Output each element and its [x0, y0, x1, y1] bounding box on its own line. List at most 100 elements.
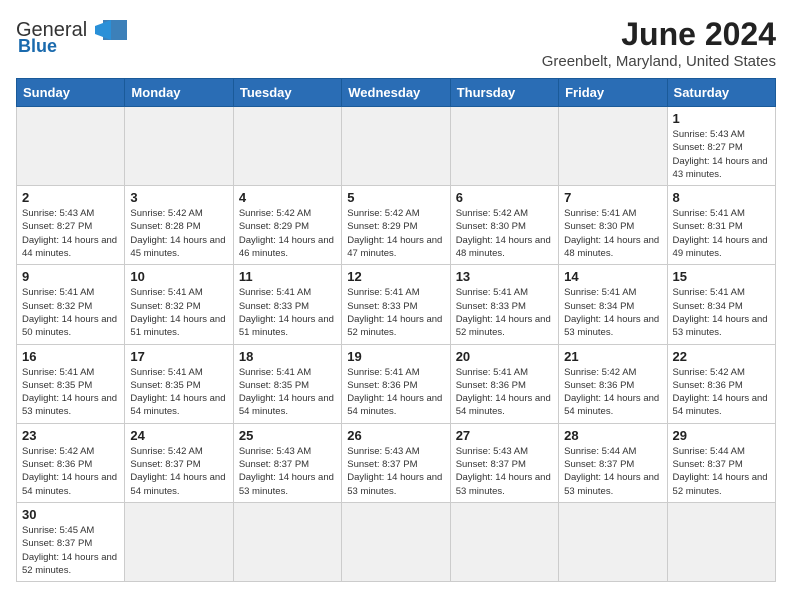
day-info: Sunrise: 5:41 AMSunset: 8:36 PMDaylight:… — [456, 366, 553, 419]
day-number: 8 — [673, 190, 770, 205]
day-number: 15 — [673, 269, 770, 284]
table-row: 9 Sunrise: 5:41 AMSunset: 8:32 PMDaylight… — [17, 265, 125, 344]
title-block: June 2024 Greenbelt, Maryland, United St… — [542, 16, 776, 70]
day-info: Sunrise: 5:41 AMSunset: 8:32 PMDaylight:… — [22, 286, 119, 339]
day-info: Sunrise: 5:41 AMSunset: 8:35 PMDaylight:… — [130, 366, 227, 419]
table-row: 8 Sunrise: 5:41 AMSunset: 8:31 PMDaylight… — [667, 186, 775, 265]
table-row: 12Sunrise: 5:41 AMSunset: 8:33 PMDayligh… — [342, 265, 450, 344]
day-info: Sunrise: 5:43 AMSunset: 8:37 PMDaylight:… — [239, 445, 336, 498]
day-number: 4 — [239, 190, 336, 205]
calendar-row: 23 Sunrise: 5:42 AMSunset: 8:36 PMDayligh… — [17, 423, 776, 502]
day-info: Sunrise: 5:42 AMSunset: 8:29 PMDaylight:… — [347, 207, 444, 260]
day-info: Sunrise: 5:44 AMSunset: 8:37 PMDaylight:… — [673, 445, 770, 498]
day-info: Sunrise: 5:41 AMSunset: 8:34 PMDaylight:… — [564, 286, 661, 339]
day-number: 19 — [347, 349, 444, 364]
table-row: 24 Sunrise: 5:42 AMSunset: 8:37 PMDayligh… — [125, 423, 233, 502]
table-row: 13Sunrise: 5:41 AMSunset: 8:33 PMDayligh… — [450, 265, 558, 344]
table-row: 28 Sunrise: 5:44 AMSunset: 8:37 PMDayligh… — [559, 423, 667, 502]
day-number: 20 — [456, 349, 553, 364]
table-row: 5 Sunrise: 5:42 AMSunset: 8:29 PMDaylight… — [342, 186, 450, 265]
table-row — [233, 502, 341, 581]
table-row — [17, 107, 125, 186]
table-row: 17Sunrise: 5:41 AMSunset: 8:35 PMDayligh… — [125, 344, 233, 423]
day-number: 9 — [22, 269, 119, 284]
table-row: 22Sunrise: 5:42 AMSunset: 8:36 PMDayligh… — [667, 344, 775, 423]
day-info: Sunrise: 5:42 AMSunset: 8:29 PMDaylight:… — [239, 207, 336, 260]
calendar-row: 2 Sunrise: 5:43 AMSunset: 8:27 PMDaylight… — [17, 186, 776, 265]
page-title: June 2024 — [542, 16, 776, 53]
day-number: 7 — [564, 190, 661, 205]
table-row: 21 Sunrise: 5:42 AMSunset: 8:36 PMDayligh… — [559, 344, 667, 423]
table-row — [667, 502, 775, 581]
calendar-row: 30 Sunrise: 5:45 AMSunset: 8:37 PMDayligh… — [17, 502, 776, 581]
col-tuesday: Tuesday — [233, 79, 341, 107]
day-number: 30 — [22, 507, 119, 522]
table-row: 14 Sunrise: 5:41 AMSunset: 8:34 PMDayligh… — [559, 265, 667, 344]
table-row: 1Sunrise: 5:43 AMSunset: 8:27 PMDaylight… — [667, 107, 775, 186]
table-row — [559, 107, 667, 186]
day-info: Sunrise: 5:43 AMSunset: 8:27 PMDaylight:… — [22, 207, 119, 260]
day-info: Sunrise: 5:41 AMSunset: 8:33 PMDaylight:… — [456, 286, 553, 339]
day-info: Sunrise: 5:41 AMSunset: 8:33 PMDaylight:… — [347, 286, 444, 339]
day-info: Sunrise: 5:41 AMSunset: 8:32 PMDaylight:… — [130, 286, 227, 339]
day-number: 16 — [22, 349, 119, 364]
day-number: 25 — [239, 428, 336, 443]
day-number: 23 — [22, 428, 119, 443]
day-number: 21 — [564, 349, 661, 364]
logo-icon — [91, 16, 129, 44]
table-row — [559, 502, 667, 581]
day-number: 28 — [564, 428, 661, 443]
day-info: Sunrise: 5:42 AMSunset: 8:37 PMDaylight:… — [130, 445, 227, 498]
day-number: 2 — [22, 190, 119, 205]
day-info: Sunrise: 5:43 AMSunset: 8:37 PMDaylight:… — [347, 445, 444, 498]
table-row: 27Sunrise: 5:43 AMSunset: 8:37 PMDayligh… — [450, 423, 558, 502]
calendar-header-row: Sunday Monday Tuesday Wednesday Thursday… — [17, 79, 776, 107]
table-row: 29Sunrise: 5:44 AMSunset: 8:37 PMDayligh… — [667, 423, 775, 502]
day-info: Sunrise: 5:41 AMSunset: 8:31 PMDaylight:… — [673, 207, 770, 260]
day-info: Sunrise: 5:41 AMSunset: 8:34 PMDaylight:… — [673, 286, 770, 339]
logo-blue-text: Blue — [18, 36, 57, 57]
logo: General Blue — [16, 16, 129, 57]
day-number: 11 — [239, 269, 336, 284]
table-row — [450, 107, 558, 186]
day-number: 26 — [347, 428, 444, 443]
col-friday: Friday — [559, 79, 667, 107]
table-row: 6Sunrise: 5:42 AMSunset: 8:30 PMDaylight… — [450, 186, 558, 265]
table-row — [125, 107, 233, 186]
day-info: Sunrise: 5:41 AMSunset: 8:33 PMDaylight:… — [239, 286, 336, 339]
table-row — [233, 107, 341, 186]
day-info: Sunrise: 5:43 AMSunset: 8:37 PMDaylight:… — [456, 445, 553, 498]
day-number: 24 — [130, 428, 227, 443]
day-info: Sunrise: 5:41 AMSunset: 8:36 PMDaylight:… — [347, 366, 444, 419]
col-monday: Monday — [125, 79, 233, 107]
day-number: 5 — [347, 190, 444, 205]
day-info: Sunrise: 5:45 AMSunset: 8:37 PMDaylight:… — [22, 524, 119, 577]
col-saturday: Saturday — [667, 79, 775, 107]
day-info: Sunrise: 5:42 AMSunset: 8:30 PMDaylight:… — [456, 207, 553, 260]
day-number: 3 — [130, 190, 227, 205]
day-number: 10 — [130, 269, 227, 284]
table-row — [342, 107, 450, 186]
day-info: Sunrise: 5:42 AMSunset: 8:36 PMDaylight:… — [22, 445, 119, 498]
table-row: 16Sunrise: 5:41 AMSunset: 8:35 PMDayligh… — [17, 344, 125, 423]
day-number: 1 — [673, 111, 770, 126]
table-row: 11 Sunrise: 5:41 AMSunset: 8:33 PMDayligh… — [233, 265, 341, 344]
day-info: Sunrise: 5:41 AMSunset: 8:35 PMDaylight:… — [239, 366, 336, 419]
col-wednesday: Wednesday — [342, 79, 450, 107]
col-thursday: Thursday — [450, 79, 558, 107]
table-row: 2 Sunrise: 5:43 AMSunset: 8:27 PMDaylight… — [17, 186, 125, 265]
table-row: 7 Sunrise: 5:41 AMSunset: 8:30 PMDaylight… — [559, 186, 667, 265]
table-row: 4 Sunrise: 5:42 AMSunset: 8:29 PMDaylight… — [233, 186, 341, 265]
table-row: 18Sunrise: 5:41 AMSunset: 8:35 PMDayligh… — [233, 344, 341, 423]
table-row: 25 Sunrise: 5:43 AMSunset: 8:37 PMDayligh… — [233, 423, 341, 502]
page-subtitle: Greenbelt, Maryland, United States — [542, 53, 776, 70]
calendar-row: 1Sunrise: 5:43 AMSunset: 8:27 PMDaylight… — [17, 107, 776, 186]
table-row — [342, 502, 450, 581]
table-row — [125, 502, 233, 581]
day-number: 22 — [673, 349, 770, 364]
day-number: 14 — [564, 269, 661, 284]
day-info: Sunrise: 5:42 AMSunset: 8:36 PMDaylight:… — [564, 366, 661, 419]
calendar-row: 16 Sunrise: 5:41 AMSunset: 8:35 PMDayligh… — [17, 344, 776, 423]
day-info: Sunrise: 5:41 AMSunset: 8:30 PMDaylight:… — [564, 207, 661, 260]
day-info: Sunrise: 5:44 AMSunset: 8:37 PMDaylight:… — [564, 445, 661, 498]
